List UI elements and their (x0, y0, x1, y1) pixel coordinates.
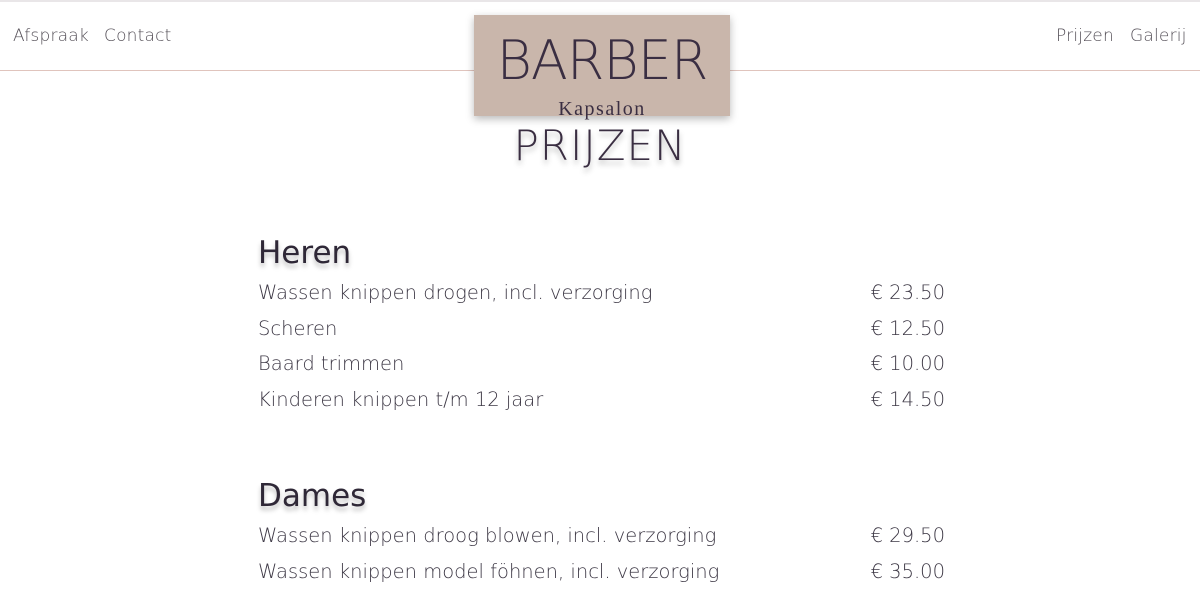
site-logo[interactable]: BARBER Kapsalon (474, 15, 730, 116)
section-title: Dames (258, 476, 945, 516)
service-price: € 12.50 (871, 317, 945, 341)
logo-subtitle: Kapsalon (474, 99, 730, 119)
service-name: Wassen knippen drogen, incl. verzorging (258, 281, 652, 305)
service-name: Wassen knippen droog blowen, incl. verzo… (258, 524, 716, 548)
nav-link-afspraak[interactable]: Afspraak (13, 26, 89, 46)
nav-link-contact[interactable]: Contact (104, 26, 172, 46)
price-row: Scheren € 12.50 (258, 317, 945, 353)
logo-title: BARBER (474, 31, 730, 91)
service-price: € 29.50 (871, 524, 945, 548)
nav-link-galerij[interactable]: Galerij (1130, 26, 1187, 46)
service-price: € 14.50 (871, 388, 945, 412)
price-row: Wassen knippen model föhnen, incl. verzo… (258, 560, 945, 595)
page-title: PRIJZEN (0, 120, 1200, 172)
service-name: Baard trimmen (258, 352, 404, 376)
price-row: Wassen knippen droog blowen, incl. verzo… (258, 524, 945, 560)
price-row: Kinderen knippen t/m 12 jaar € 14.50 (258, 388, 945, 424)
nav-link-prijzen[interactable]: Prijzen (1056, 26, 1114, 46)
price-row: Wassen knippen drogen, incl. verzorging … (258, 281, 945, 317)
price-row: Baard trimmen € 10.00 (258, 352, 945, 388)
service-price: € 10.00 (871, 352, 945, 376)
service-name: Scheren (258, 317, 337, 341)
price-section-heren: Heren Wassen knippen drogen, incl. verzo… (258, 233, 945, 423)
price-section-dames: Dames Wassen knippen droog blowen, incl.… (258, 476, 945, 595)
section-title: Heren (258, 233, 945, 273)
price-list: Wassen knippen drogen, incl. verzorging … (258, 281, 945, 423)
service-name: Kinderen knippen t/m 12 jaar (258, 388, 543, 412)
service-price: € 23.50 (871, 281, 945, 305)
price-list: Wassen knippen droog blowen, incl. verzo… (258, 524, 945, 595)
